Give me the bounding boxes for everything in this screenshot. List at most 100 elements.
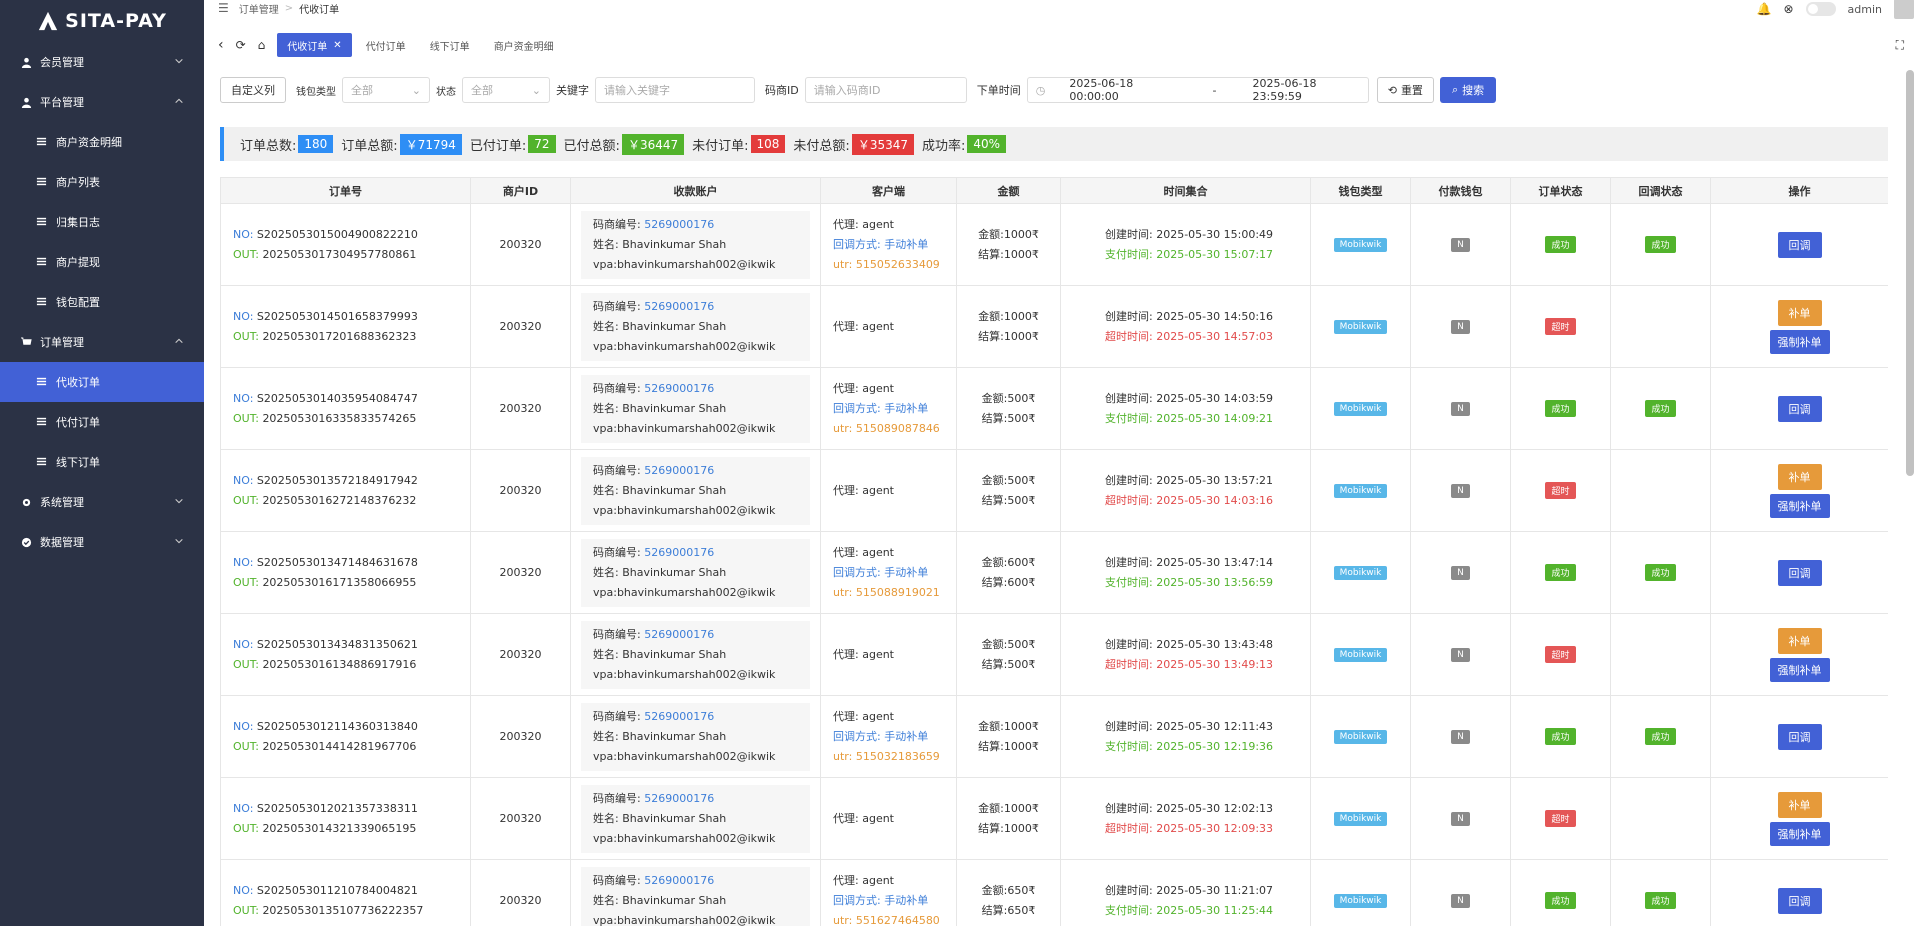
theme-toggle[interactable] — [1805, 2, 1836, 16]
wallet-type-cell: Mobikwik — [1310, 367, 1411, 450]
merchant-id-input[interactable]: 请输入码商ID — [804, 77, 967, 103]
force-supplement-button[interactable]: 强制补单 — [1769, 329, 1830, 354]
bell-icon[interactable]: 🔔 — [1757, 2, 1772, 16]
status-select[interactable]: 全部 ⌄ — [462, 77, 550, 103]
close-icon[interactable]: ✕ — [333, 40, 341, 51]
github-icon[interactable]: ⊗ — [1783, 2, 1793, 16]
callback-status-cell — [1610, 613, 1711, 696]
sidebar-item-label: 商户资金明细 — [56, 136, 122, 149]
second-time-value: 2025-05-30 13:56:59 — [1156, 575, 1274, 589]
time-cell: 创建时间: 2025-05-30 12:11:43 支付时间: 2025-05-3… — [1060, 695, 1311, 778]
sidebar-group-1[interactable]: 平台管理 — [0, 82, 204, 122]
out-label: OUT: — [233, 493, 259, 507]
summary-label: 已付订单: — [469, 138, 527, 154]
order-no: S2025053015004900822210 — [256, 227, 418, 241]
supplement-button[interactable]: 补单 — [1777, 299, 1822, 326]
chevron-down-icon: ⌄ — [531, 83, 541, 97]
custom-columns-button[interactable]: 自定义列 — [220, 77, 286, 103]
tab-2[interactable]: 线下订单 — [420, 33, 480, 57]
code-value[interactable]: 5269000176 — [644, 546, 714, 559]
amount-label: 金额: — [978, 309, 1004, 323]
keyword-input[interactable]: 请输入关键字 — [595, 77, 755, 103]
code-value[interactable]: 5269000176 — [644, 792, 714, 805]
sidebar-item-1-4[interactable]: 钱包配置 — [0, 282, 204, 322]
sidebar-group-3[interactable]: 系统管理 — [0, 482, 204, 522]
column-header: 钱包类型 — [1310, 177, 1411, 204]
sidebar-item-2-2[interactable]: 线下订单 — [0, 442, 204, 482]
username[interactable]: admin — [1848, 3, 1882, 16]
settle-value: 650₹ — [1007, 903, 1036, 917]
time-cell: 创建时间: 2025-05-30 13:47:14 支付时间: 2025-05-3… — [1060, 531, 1311, 614]
order-number-cell: NO: S2025053012114360313840 OUT: 20250530… — [220, 695, 471, 778]
supplement-button[interactable]: 补单 — [1777, 627, 1822, 654]
sidebar-group-4[interactable]: 数据管理 — [0, 522, 204, 562]
agent-label: 代理: — [833, 483, 859, 497]
search-button[interactable]: ⌕ 搜索 — [1439, 77, 1497, 103]
vpa-value: bhavinkumarshah002@ikwik — [616, 585, 776, 599]
tab-3[interactable]: 商户资金明细 — [484, 33, 564, 57]
refresh-icon[interactable]: ⟳ — [236, 38, 246, 52]
callback-button[interactable]: 回调 — [1777, 395, 1822, 422]
fullscreen-icon[interactable]: ⛶ — [1896, 38, 1904, 53]
sidebar-item-1-1[interactable]: 商户列表 — [0, 162, 204, 202]
callback-button[interactable]: 回调 — [1777, 231, 1822, 258]
supplement-button[interactable]: 补单 — [1777, 791, 1822, 818]
sidebar-group-label: 数据管理 — [40, 536, 84, 549]
code-value[interactable]: 5269000176 — [644, 710, 714, 723]
settle-label: 结算: — [978, 739, 1004, 753]
name-label: 姓名: — [593, 565, 619, 579]
home-icon[interactable]: ⌂ — [258, 38, 266, 52]
client-cell: 代理: agent 回调方式: 手动补单 utr: 515089087846 — [820, 367, 957, 450]
sidebar-item-1-2[interactable]: 归集日志 — [0, 202, 204, 242]
search-icon: ⌕ — [1451, 83, 1459, 96]
order-out: 2025053016335833574265 — [262, 411, 417, 425]
wallet-type-cell: Mobikwik — [1310, 695, 1411, 778]
tab-0[interactable]: 代收订单 ✕ — [277, 33, 352, 57]
breadcrumb-item[interactable]: 订单管理 — [239, 1, 279, 16]
callback-status-badge: 成功 — [1645, 236, 1676, 253]
time-range-picker[interactable]: ◷ 2025-06-18 00:00:00 - 2025-06-18 23:59… — [1026, 77, 1369, 103]
code-value[interactable]: 5269000176 — [644, 628, 714, 641]
back-icon[interactable]: ‹ — [218, 37, 224, 53]
code-value[interactable]: 5269000176 — [644, 382, 714, 395]
settle-label: 结算: — [981, 493, 1008, 507]
callback-button[interactable]: 回调 — [1777, 559, 1822, 586]
wallet-type-select[interactable]: 全部 ⌄ — [342, 77, 430, 103]
tab-1[interactable]: 代付订单 — [356, 33, 416, 57]
settle-label: 结算: — [981, 575, 1008, 589]
account-cell: 码商编号: 5269000176 姓名: Bhavinkumar Shah vpa:… — [570, 695, 821, 778]
supplement-button[interactable]: 补单 — [1777, 463, 1822, 490]
sidebar-item-2-0[interactable]: 代收订单 — [0, 362, 204, 402]
account-cell: 码商编号: 5269000176 姓名: Bhavinkumar Shah vpa:… — [570, 449, 821, 532]
code-value[interactable]: 5269000176 — [644, 464, 714, 477]
sidebar-item-1-3[interactable]: 商户提现 — [0, 242, 204, 282]
force-supplement-button[interactable]: 强制补单 — [1769, 493, 1830, 518]
wallet-type-cell: Mobikwik — [1310, 531, 1411, 614]
code-value[interactable]: 5269000176 — [644, 218, 714, 231]
order-out: 2025053017304957780861 — [262, 247, 417, 261]
order-out: 2025053016134886917916 — [262, 657, 417, 671]
force-supplement-button[interactable]: 强制补单 — [1769, 821, 1830, 846]
sidebar-group-0[interactable]: 会员管理 — [0, 42, 204, 82]
force-supplement-button[interactable]: 强制补单 — [1769, 657, 1830, 682]
list-icon — [36, 216, 48, 228]
reset-button[interactable]: ⟲ 重置 — [1376, 77, 1434, 103]
callback-button[interactable]: 回调 — [1777, 723, 1822, 750]
vertical-scrollbar[interactable] — [1906, 70, 1914, 476]
callback-button[interactable]: 回调 — [1777, 887, 1822, 914]
code-value[interactable]: 5269000176 — [644, 300, 714, 313]
callback-status-cell: 成功 — [1610, 203, 1711, 286]
out-label: OUT: — [233, 575, 259, 589]
settle-value: 1000₹ — [1003, 329, 1039, 343]
vpa-value: bhavinkumarshah002@ikwik — [616, 421, 776, 435]
check-circle-icon — [20, 536, 32, 548]
code-value[interactable]: 5269000176 — [644, 874, 714, 887]
settle-label: 结算: — [981, 657, 1008, 671]
avatar[interactable] — [1894, 0, 1914, 19]
sidebar-item-1-0[interactable]: 商户资金明细 — [0, 122, 204, 162]
sidebar-item-2-1[interactable]: 代付订单 — [0, 402, 204, 442]
sidebar-group-2[interactable]: 订单管理 — [0, 322, 204, 362]
menu-toggle-icon[interactable]: ☰ — [218, 1, 229, 15]
order-status-cell: 超时 — [1510, 777, 1611, 860]
name-value: Bhavinkumar Shah — [622, 647, 727, 661]
